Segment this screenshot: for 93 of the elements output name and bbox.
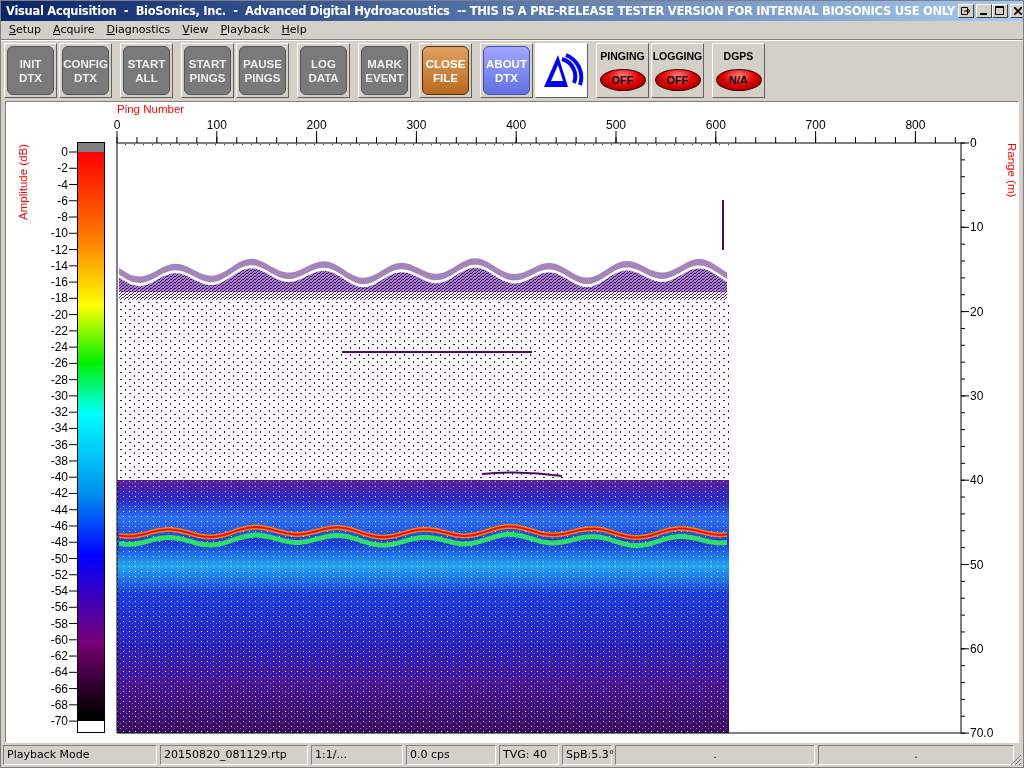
maximize-icon (995, 6, 1005, 16)
toolbar-button[interactable]: INIT DTX (4, 43, 57, 98)
status-panel: . (818, 745, 1014, 765)
tick-label: -30 (50, 388, 68, 403)
tick-label: -8 (57, 210, 68, 225)
menu-item[interactable]: Diagnostics (100, 23, 177, 37)
axis-title: Ping Number (117, 103, 185, 115)
tick-label: -4 (57, 177, 68, 192)
tick-label: -32 (50, 405, 68, 420)
status-panel: 20150820_081129.rtp (160, 745, 308, 765)
tick-label: -58 (50, 616, 68, 631)
tick-label: -24 (50, 340, 68, 355)
tick-label: -12 (50, 242, 68, 257)
toolbar-button[interactable]: LOG DATA (297, 43, 350, 98)
tick-label: -28 (50, 372, 68, 387)
menu-item[interactable]: View (176, 23, 215, 37)
menu-item[interactable]: Setup (3, 23, 48, 37)
menu-item[interactable]: Playback (214, 23, 276, 37)
toolbar-button[interactable]: START ALL (120, 43, 173, 98)
tick-label: -66 (50, 681, 68, 696)
menu-item[interactable]: Help (275, 23, 313, 37)
status-panel: Playback Mode (3, 745, 157, 765)
tick-label: -14 (50, 258, 68, 273)
tick-label: 70.0 (970, 726, 994, 741)
tick-label: 0 (970, 136, 977, 150)
tick-label: -38 (50, 453, 68, 468)
toolbar-button[interactable]: START PINGS (181, 43, 234, 98)
tick-label: -34 (50, 421, 68, 436)
tick-label: 500 (606, 118, 626, 132)
tick-label: -62 (50, 649, 68, 664)
tick-label: -60 (50, 632, 68, 647)
indicator-label: PINGING (600, 49, 645, 62)
tick-label: -22 (50, 323, 68, 338)
status-panel: . (615, 745, 815, 765)
tick-label: -44 (50, 502, 68, 517)
status-panel: SpB:5.3° (562, 745, 612, 765)
window-button[interactable] (958, 3, 974, 18)
tick-label: 100 (206, 118, 227, 132)
export-icon (961, 6, 971, 15)
status-panel: 0.0 cps (406, 745, 496, 765)
tick-label: -6 (57, 193, 68, 208)
tick-label: 40 (970, 473, 984, 488)
tick-label: 600 (705, 118, 726, 132)
tick-label: 800 (905, 118, 926, 132)
minimize-icon (980, 12, 988, 15)
tick-label: -70 (50, 714, 68, 729)
close-icon (1014, 6, 1022, 15)
tick-label: 400 (506, 118, 527, 132)
tick-label: 700 (805, 118, 826, 132)
toolbar-button[interactable]: ABOUT DTX (480, 43, 533, 98)
tick-label: 0 (61, 145, 68, 159)
tick-label: 200 (306, 118, 327, 132)
toolbar-button[interactable]: CONFIG DTX (59, 43, 112, 98)
tick-label: 50 (970, 557, 984, 572)
status-panel: TVG: 40 (499, 745, 559, 765)
tick-label: 0 (113, 118, 121, 132)
status-indicator: OFF (599, 69, 646, 92)
tick-label: 300 (406, 118, 427, 132)
status-indicator: OFF (654, 69, 701, 92)
close-button[interactable] (1010, 3, 1023, 18)
tick-label: -54 (50, 584, 68, 598)
tick-label: 10 (970, 220, 984, 235)
menu-item[interactable]: Acquire (47, 23, 101, 37)
axis-title: Range (m) (1006, 143, 1018, 198)
tick-label: -42 (50, 486, 68, 501)
status-indicator: N/A (715, 69, 762, 92)
tick-label: -40 (50, 470, 68, 485)
status-panel: 1:1/... (311, 745, 403, 765)
tick-label: -48 (50, 535, 68, 550)
tick-label: -26 (50, 356, 68, 371)
minimize-button[interactable] (976, 3, 992, 18)
tick-label: -56 (50, 600, 68, 615)
tick-label: 30 (970, 388, 984, 403)
indicator-label: LOGGING (652, 49, 703, 62)
toolbar-button[interactable]: PAUSE PINGS (236, 43, 289, 98)
tick-label: -64 (50, 665, 68, 680)
tick-label: -50 (50, 551, 68, 566)
axis-title: Amplitude (dB) (17, 143, 29, 220)
tick-label: -16 (50, 275, 68, 290)
toolbar-button[interactable]: CLOSE FILE (419, 43, 472, 98)
tick-label: -46 (50, 519, 68, 533)
tick-label: -2 (57, 161, 68, 176)
tick-label: 60 (970, 641, 984, 656)
indicator-label: DGPS (723, 49, 754, 62)
tick-label: -10 (50, 226, 68, 241)
tick-label: -68 (50, 697, 68, 712)
tick-label: -52 (50, 567, 68, 582)
window-title: Visual Acquisition - BioSonics, Inc. - Advanced Digital Hydroacoustics -- THIS IS A PRE-RELEASE TESTER VERSION FOR INTERNAL BIOSONICS USE ONLY (6, 3, 955, 18)
tick-label: -18 (50, 291, 68, 306)
toolbar-button[interactable]: MARK EVENT (358, 43, 411, 98)
tick-label: -20 (50, 307, 68, 322)
tick-label: 20 (970, 304, 984, 319)
tick-label: -36 (50, 437, 68, 452)
